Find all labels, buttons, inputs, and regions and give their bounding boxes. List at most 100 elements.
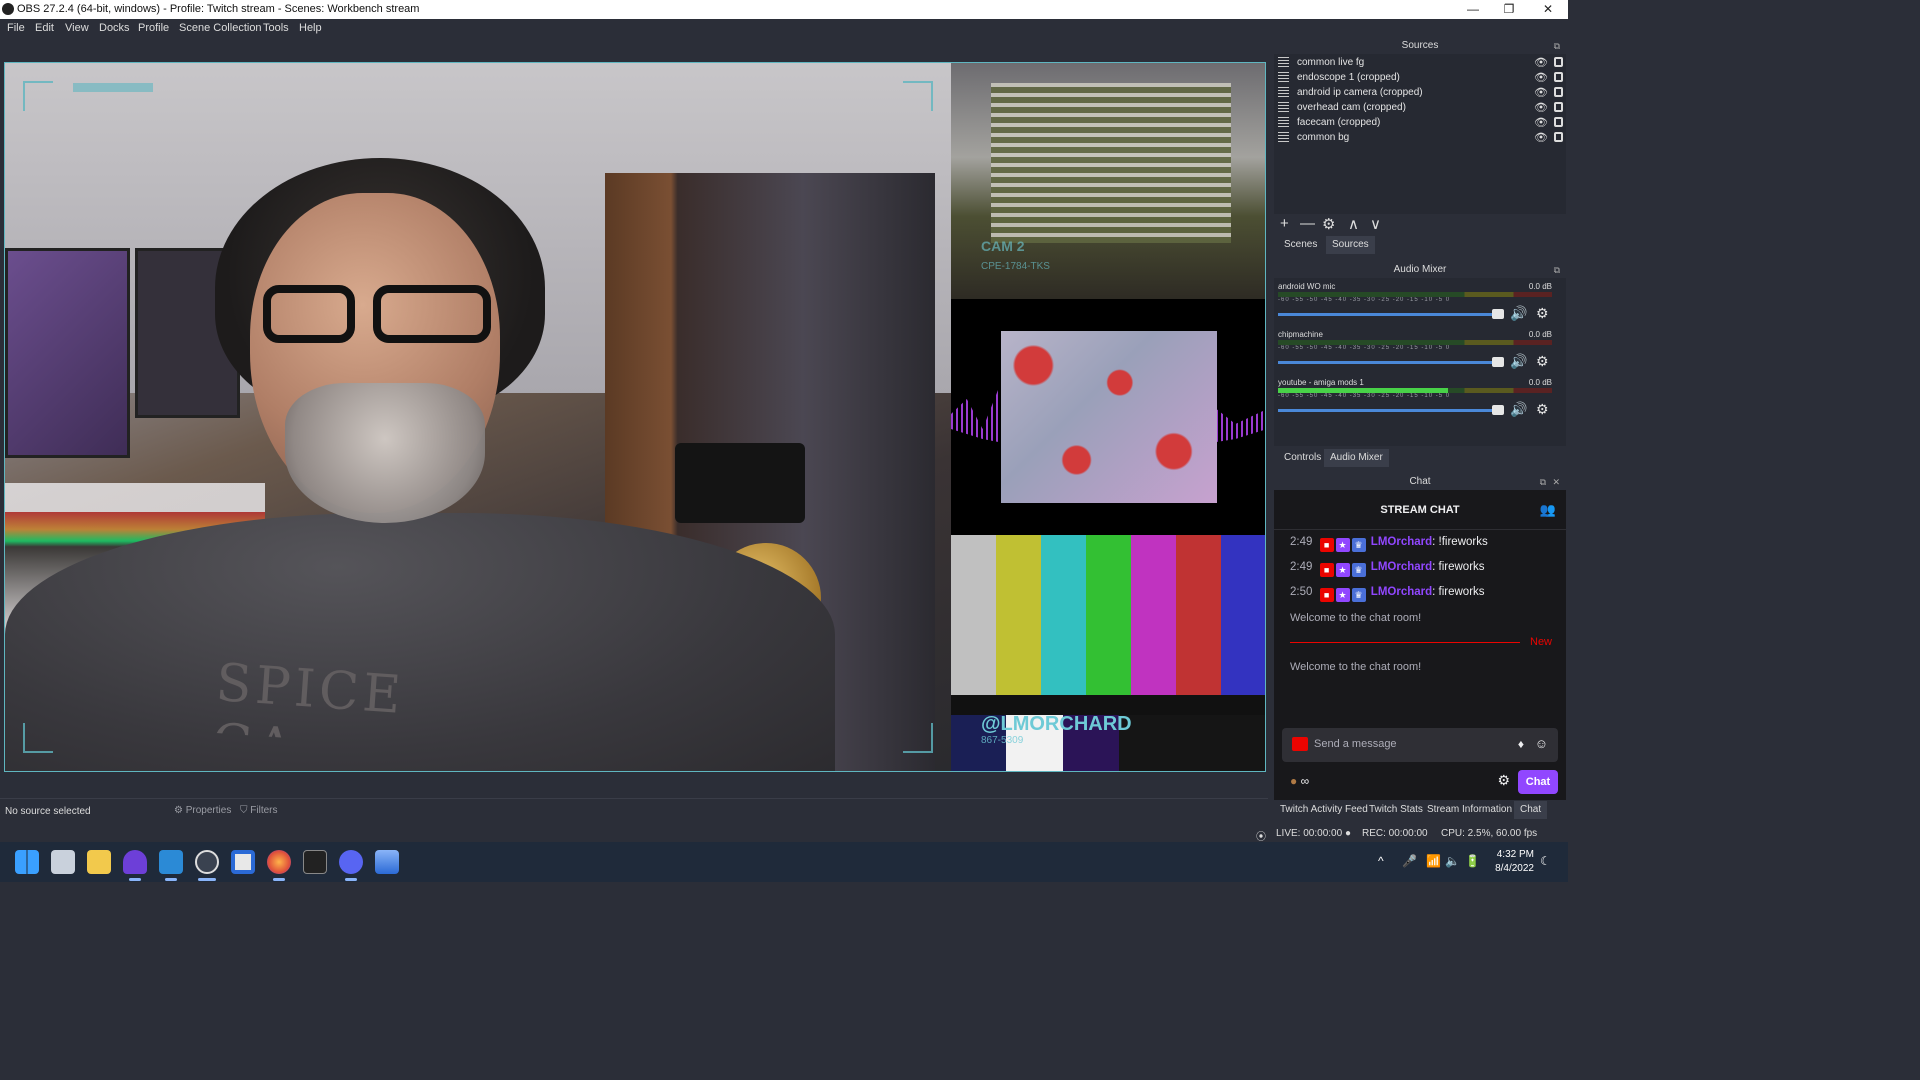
menu-docks[interactable]: Docks <box>99 22 130 34</box>
volume-slider[interactable] <box>1278 361 1500 364</box>
broadcaster-badge-icon[interactable]: ■ <box>1319 563 1334 577</box>
photos-icon[interactable] <box>375 850 399 874</box>
lock-icon[interactable] <box>1554 132 1563 142</box>
menu-help[interactable]: Help <box>299 22 322 34</box>
message-user[interactable]: LMOrchard <box>1371 561 1432 573</box>
menu-file[interactable]: File <box>7 22 25 34</box>
prime-badge-icon[interactable]: ♛ <box>1351 588 1366 602</box>
vip-badge-icon[interactable]: ★ <box>1335 563 1350 577</box>
vscode-icon[interactable] <box>159 850 183 874</box>
gear-icon[interactable]: ⚙ <box>1536 305 1549 322</box>
menu-view[interactable]: View <box>65 22 89 34</box>
filters-button[interactable]: ⛉ Filters <box>234 802 284 822</box>
notifications-moon-icon[interactable]: ☾ <box>1540 854 1551 868</box>
minimize-button[interactable]: — <box>1455 0 1491 19</box>
move-down-icon[interactable]: ∨ <box>1370 215 1381 233</box>
start-icon[interactable] <box>15 850 39 874</box>
prime-badge-icon[interactable]: ♛ <box>1351 538 1366 552</box>
undock-icon[interactable]: ⧉ <box>1554 38 1560 54</box>
visibility-eye-icon[interactable]: 👁 <box>1534 56 1548 69</box>
close-icon[interactable]: ✕ <box>1552 474 1560 490</box>
menu-edit[interactable]: Edit <box>35 22 54 34</box>
prime-badge-icon[interactable]: ♛ <box>1351 563 1366 577</box>
task-view-icon[interactable] <box>51 850 75 874</box>
speaker-icon[interactable]: 🔊 <box>1510 305 1527 322</box>
message-user[interactable]: LMOrchard <box>1371 586 1432 598</box>
visibility-eye-icon[interactable]: 👁 <box>1534 131 1548 144</box>
terminal-icon[interactable] <box>303 850 327 874</box>
file-explorer-icon[interactable] <box>87 850 111 874</box>
menu-profile[interactable]: Profile <box>138 22 169 34</box>
menu-scene-collection[interactable]: Scene Collection <box>179 22 262 34</box>
visibility-eye-icon[interactable]: 👁 <box>1534 116 1548 129</box>
undock-icon[interactable]: ⧉ <box>1540 474 1546 490</box>
welcome-message: Welcome to the chat room! <box>1290 661 1422 673</box>
tab-chat[interactable]: Chat <box>1514 801 1548 819</box>
vip-badge-icon[interactable]: ★ <box>1335 538 1350 552</box>
source-item[interactable]: facecam (cropped) 👁 <box>1274 115 1566 130</box>
lock-icon[interactable] <box>1554 72 1563 82</box>
users-icon[interactable]: 👥 <box>1540 502 1556 518</box>
volume-slider-handle[interactable] <box>1492 357 1504 367</box>
battery-icon[interactable]: 🔋 <box>1465 854 1480 868</box>
system-clock[interactable]: 4:32 PM 8/4/2022 <box>1495 848 1534 876</box>
microphone-icon[interactable]: 🎤 <box>1402 854 1417 868</box>
chat-input[interactable]: Send a message ♦ ☺ <box>1282 728 1558 762</box>
source-item[interactable]: common bg 👁 <box>1274 130 1566 145</box>
bits-icon[interactable]: ♦ <box>1518 737 1524 751</box>
volume-icon[interactable]: 🔈 <box>1445 854 1460 868</box>
lock-icon[interactable] <box>1554 57 1563 67</box>
volume-slider-handle[interactable] <box>1492 405 1504 415</box>
gear-icon[interactable]: ⚙ <box>1536 401 1549 418</box>
volume-slider[interactable] <box>1278 313 1500 316</box>
properties-button[interactable]: ⚙ Properties <box>168 802 237 822</box>
channel-points[interactable]: ● ∞ <box>1290 774 1309 788</box>
chevron-up-icon[interactable]: ^ <box>1378 854 1384 868</box>
speaker-icon[interactable]: 🔊 <box>1510 353 1527 370</box>
source-item[interactable]: android ip camera (cropped) 👁 <box>1274 85 1566 100</box>
tab-audio-mixer[interactable]: Audio Mixer <box>1324 449 1389 467</box>
lock-icon[interactable] <box>1554 102 1563 112</box>
lock-icon[interactable] <box>1554 87 1563 97</box>
visibility-eye-icon[interactable]: 👁 <box>1534 86 1548 99</box>
source-settings-icon[interactable]: ⚙ <box>1322 215 1335 233</box>
firefox-icon[interactable] <box>267 850 291 874</box>
add-source-icon[interactable]: + <box>1280 215 1289 232</box>
wifi-icon[interactable]: 📶 <box>1426 854 1441 868</box>
close-button[interactable]: ✕ <box>1530 0 1566 19</box>
source-item[interactable]: endoscope 1 (cropped) 👁 <box>1274 70 1566 85</box>
source-item[interactable]: overhead cam (cropped) 👁 <box>1274 100 1566 115</box>
tab-stream-information[interactable]: Stream Information <box>1421 801 1518 819</box>
obsidian-icon[interactable] <box>123 850 147 874</box>
remove-source-icon[interactable]: — <box>1300 215 1315 232</box>
visibility-eye-icon[interactable]: 👁 <box>1534 101 1548 114</box>
speaker-icon[interactable]: 🔊 <box>1510 401 1527 418</box>
obs-icon[interactable] <box>195 850 219 874</box>
gear-icon[interactable]: ⚙ <box>1536 353 1549 370</box>
tab-sources[interactable]: Sources <box>1326 236 1375 254</box>
tab-controls[interactable]: Controls <box>1278 449 1327 467</box>
discord-icon[interactable] <box>339 850 363 874</box>
chat-send-button[interactable]: Chat <box>1518 770 1558 794</box>
broadcaster-badge-icon[interactable]: ■ <box>1319 538 1334 552</box>
message-user[interactable]: LMOrchard <box>1371 536 1432 548</box>
sources-list[interactable]: common live fg 👁 endoscope 1 (cropped) 👁… <box>1274 54 1566 214</box>
tab-scenes[interactable]: Scenes <box>1278 236 1323 254</box>
lock-icon[interactable] <box>1554 117 1563 127</box>
move-up-icon[interactable]: ∧ <box>1348 215 1359 233</box>
volume-slider-handle[interactable] <box>1492 309 1504 319</box>
maximize-button[interactable]: ❐ <box>1491 0 1527 19</box>
emote-picker-icon[interactable]: ☺ <box>1535 736 1548 751</box>
undock-icon[interactable]: ⧉ <box>1554 262 1560 278</box>
vip-badge-icon[interactable]: ★ <box>1335 588 1350 602</box>
chat-settings-gear-icon[interactable]: ⚙ <box>1497 772 1510 789</box>
visibility-eye-icon[interactable]: 👁 <box>1534 71 1548 84</box>
menu-tools[interactable]: Tools <box>263 22 289 34</box>
tab-twitch-stats[interactable]: Twitch Stats <box>1363 801 1429 819</box>
program-preview[interactable]: SPICE CA CAM 2 CPE-1784-TKS @LMORCHARD 8… <box>4 62 1266 772</box>
source-item[interactable]: common live fg 👁 <box>1274 55 1566 70</box>
volume-slider[interactable] <box>1278 409 1500 412</box>
window-icon[interactable] <box>231 850 255 874</box>
tab-twitch-activity-feed[interactable]: Twitch Activity Feed <box>1274 801 1374 819</box>
broadcaster-badge-icon[interactable]: ■ <box>1319 588 1334 602</box>
